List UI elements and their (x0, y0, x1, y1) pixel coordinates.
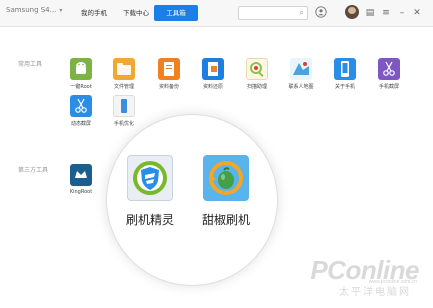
phone-icon (334, 58, 356, 80)
tool-label: 扫描助理 (246, 84, 267, 90)
kingroot-icon (70, 164, 92, 186)
tool-data-backup[interactable]: 资料备份 (151, 58, 187, 90)
tool-label: 联系人地图 (288, 84, 314, 90)
tool-label: 手机截屏 (378, 84, 399, 90)
tool-one-click-root[interactable]: 一键Root (63, 58, 99, 90)
tool-label: 手机优化 (113, 121, 134, 127)
document-restore-icon (202, 58, 224, 80)
search-icon: ⌕ (299, 8, 304, 17)
minimize-icon[interactable]: – (395, 6, 409, 20)
tool-shuaji-jingling[interactable]: 刷机精灵 (119, 155, 181, 228)
top-bar: Samsung S4... ▾ 我的手机 下载中心 工具箱 ⌕ ▤ ≡ – ✕ (0, 0, 433, 27)
close-icon[interactable]: ✕ (410, 6, 424, 20)
tool-dynamic-screenshot[interactable]: 动态截屏 (63, 95, 99, 127)
tool-label: 关于手机 (334, 84, 355, 90)
user-icon[interactable] (314, 6, 328, 20)
tab-download-center[interactable]: 下载中心 (116, 5, 156, 21)
tool-kingroot[interactable]: KingRoot (63, 164, 99, 195)
tool-label: 动态截屏 (70, 121, 91, 127)
tab-toolbox[interactable]: 工具箱 (154, 5, 198, 21)
tool-file-manager[interactable]: 文件管理 (106, 58, 142, 90)
tool-phone-optimize[interactable]: 手机优化 (106, 95, 142, 127)
tool-label: 资料还原 (202, 84, 223, 90)
tool-screenshot[interactable]: 手机截屏 (371, 58, 407, 90)
tool-contacts-map[interactable]: 联系人地图 (283, 58, 319, 90)
tool-label: KingRoot (69, 189, 93, 195)
scissors-icon (70, 95, 92, 117)
tool-about-phone[interactable]: 关于手机 (327, 58, 363, 90)
section-common-tools: 常用工具 (18, 61, 43, 68)
device-selector[interactable]: Samsung S4... ▾ (6, 6, 62, 14)
avatar[interactable] (345, 5, 359, 19)
scissors-icon (378, 58, 400, 80)
tool-label: 刷机精灵 (125, 213, 174, 227)
tool-tianjiao-shuaji[interactable]: 甜椒刷机 (195, 155, 257, 228)
tool-data-restore[interactable]: 资料还原 (195, 58, 231, 90)
tool-label: 一键Root (70, 84, 92, 90)
search-input[interactable]: ⌕ (238, 6, 308, 20)
device-name: Samsung S4... (6, 6, 57, 14)
map-icon (290, 58, 312, 80)
section-third-party-tools: 第三方工具 (18, 167, 49, 174)
menu-icon[interactable]: ≡ (379, 6, 393, 20)
document-backup-icon (158, 58, 180, 80)
watermark-sub: 太平洋电脑网 (339, 287, 411, 298)
settings-icon[interactable]: ▤ (363, 6, 377, 20)
shield-icon (127, 155, 173, 201)
tool-label: 文件管理 (113, 84, 134, 90)
magnifier-zoom: 刷机精灵 甜椒刷机 (106, 114, 278, 286)
optimize-icon (113, 95, 135, 117)
tool-label: 资料备份 (158, 84, 179, 90)
chevron-down-icon: ▾ (59, 7, 63, 14)
folder-icon (113, 58, 135, 80)
pepper-icon (203, 155, 249, 201)
tab-my-phone[interactable]: 我的手机 (74, 5, 114, 21)
scan-icon (246, 58, 268, 80)
tool-label: 甜椒刷机 (201, 213, 250, 227)
android-icon (70, 58, 92, 80)
tool-scan-assistant[interactable]: 扫描助理 (239, 58, 275, 90)
app-window: Samsung S4... ▾ 我的手机 下载中心 工具箱 ⌕ ▤ ≡ – ✕ 常… (0, 0, 433, 308)
